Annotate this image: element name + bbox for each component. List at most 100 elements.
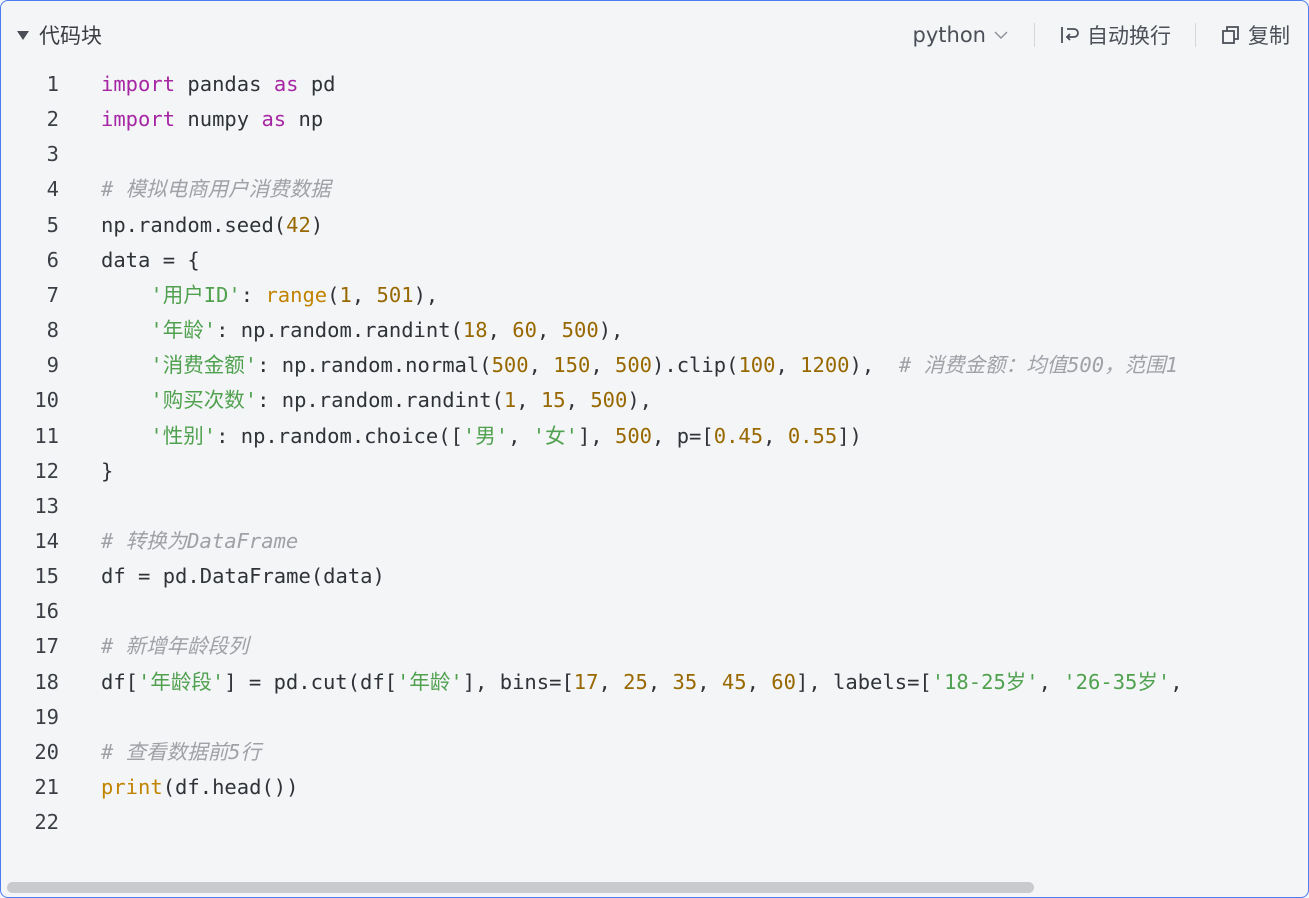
code-line: 18 df['年龄段'] = pd.cut(df['年龄'], bins=[17,…: [1, 665, 1308, 700]
line-number: 10: [34, 388, 59, 413]
code-token: : np.random.choice([: [216, 423, 463, 448]
code-token: 500: [590, 388, 628, 413]
code-token: ] = pd.cut(df[: [224, 669, 398, 694]
code-line: 3: [1, 137, 1308, 172]
code-token: '年龄': [150, 318, 217, 343]
code-line: 20 # 查看数据前5行: [1, 735, 1308, 770]
line-content: '购买次数': np.random.randint(1, 15, 500),: [101, 383, 652, 418]
code-token: '购买次数': [150, 388, 258, 413]
line-content: import numpy as np: [101, 102, 323, 137]
code-line: 7 '用户ID': range(1, 501),: [1, 278, 1308, 313]
code-token: 501: [376, 282, 414, 307]
language-select[interactable]: python: [913, 23, 1010, 47]
line-number: 6: [46, 247, 59, 272]
line-content: # 模拟电商用户消费数据: [101, 172, 331, 207]
collapse-toggle[interactable]: 代码块: [17, 20, 102, 50]
code-token: range: [265, 282, 328, 307]
code-token: '年龄': [397, 669, 463, 694]
line-content: '性别': np.random.choice(['男', '女'], 500, …: [101, 419, 862, 454]
code-token: ,: [598, 669, 624, 694]
code-token: ,: [647, 669, 673, 694]
code-token: numpy: [175, 107, 262, 132]
code-token: import: [101, 72, 176, 96]
line-number: 8: [46, 318, 59, 343]
line-number: 2: [46, 107, 59, 132]
code-line: 9 '消费金额': np.random.normal(500, 150, 500…: [1, 348, 1308, 383]
line-content: '用户ID': range(1, 501),: [101, 278, 438, 313]
code-token: '消费金额': [150, 353, 258, 378]
code-line: 14 # 转换为DataFrame: [1, 524, 1308, 559]
code-token: : np.random.randint(: [216, 318, 463, 343]
code-token: df[: [101, 669, 139, 694]
code-token: print: [101, 775, 163, 799]
code-token: 18: [462, 318, 488, 343]
line-number: 19: [34, 704, 59, 729]
code-token: ,: [536, 318, 562, 343]
line-content: # 转换为DataFrame: [101, 524, 298, 559]
code-token: ,: [516, 388, 541, 413]
code-token: ], labels=[: [795, 669, 932, 694]
code-token: np: [286, 107, 324, 132]
code-token: 35: [672, 669, 698, 694]
line-number: 13: [34, 493, 59, 518]
code-line: 4 # 模拟电商用户消费数据: [1, 172, 1308, 207]
code-token: np.random.seed(: [101, 212, 287, 237]
wrap-toggle-button[interactable]: 自动换行: [1059, 20, 1171, 50]
code-token: ),: [627, 388, 653, 413]
code-token: 60: [512, 318, 537, 343]
code-editor[interactable]: 1 import pandas as pd 2 import numpy as np 3…: [1, 65, 1308, 865]
copy-button[interactable]: 复制: [1220, 20, 1290, 50]
line-content: np.random.seed(42): [101, 208, 323, 243]
code-token: '男': [462, 423, 509, 448]
line-number: 12: [34, 458, 59, 483]
code-token: 500: [615, 423, 653, 448]
code-line: 10 '购买次数': np.random.randint(1, 15, 500)…: [1, 383, 1308, 418]
code-token: # 消费金额：均值500，范围1: [898, 353, 1178, 378]
code-token: }: [101, 458, 114, 483]
code-line: 12}: [1, 454, 1308, 489]
code-token: pandas: [175, 72, 274, 96]
code-token: ,: [775, 353, 801, 378]
code-token: 17: [573, 669, 599, 694]
code-token: ,: [746, 669, 772, 694]
code-token: # 转换为DataFrame: [101, 528, 299, 553]
code-token: '26-35岁': [1063, 669, 1171, 694]
line-content: '年龄': np.random.randint(18, 60, 500),: [101, 313, 623, 348]
code-token: ,: [528, 353, 554, 378]
code-token: 45: [721, 669, 747, 694]
code-token: 500: [491, 353, 529, 378]
code-token: 25: [623, 669, 648, 694]
code-token: ),: [598, 318, 624, 343]
code-token: 150: [553, 353, 591, 378]
code-token: 100: [738, 353, 776, 378]
code-token: (: [327, 282, 340, 307]
code-token: ]): [837, 423, 862, 448]
line-number: 7: [46, 282, 59, 307]
code-token: ,: [697, 669, 722, 694]
code-token: as: [261, 107, 287, 132]
code-token: 500: [615, 353, 653, 378]
code-token: 15: [540, 388, 566, 413]
code-token: as: [273, 72, 299, 96]
code-token: '用户ID': [150, 282, 241, 307]
code-token: ,: [763, 423, 788, 448]
code-token: ),: [413, 282, 439, 307]
copy-icon: [1222, 26, 1239, 44]
line-number: 21: [34, 775, 59, 799]
line-content: '消费金额': np.random.normal(500, 150, 500).…: [101, 348, 1178, 383]
language-label: python: [912, 23, 986, 47]
toolbar-divider: [1034, 23, 1035, 47]
horizontal-scrollbar[interactable]: [7, 882, 1034, 893]
code-line: 21 print(df.head()): [1, 770, 1308, 805]
code-line: 11 '性别': np.random.choice(['男', '女'], 50…: [1, 419, 1308, 454]
code-line: 2 import numpy as np: [1, 102, 1308, 137]
line-number: 17: [34, 634, 59, 659]
code-token: 1200: [800, 353, 850, 378]
code-token: 1: [503, 388, 517, 413]
code-line: 17 # 新增年龄段列: [1, 629, 1308, 664]
code-token: ),: [849, 353, 899, 378]
code-line: 19: [1, 700, 1308, 735]
